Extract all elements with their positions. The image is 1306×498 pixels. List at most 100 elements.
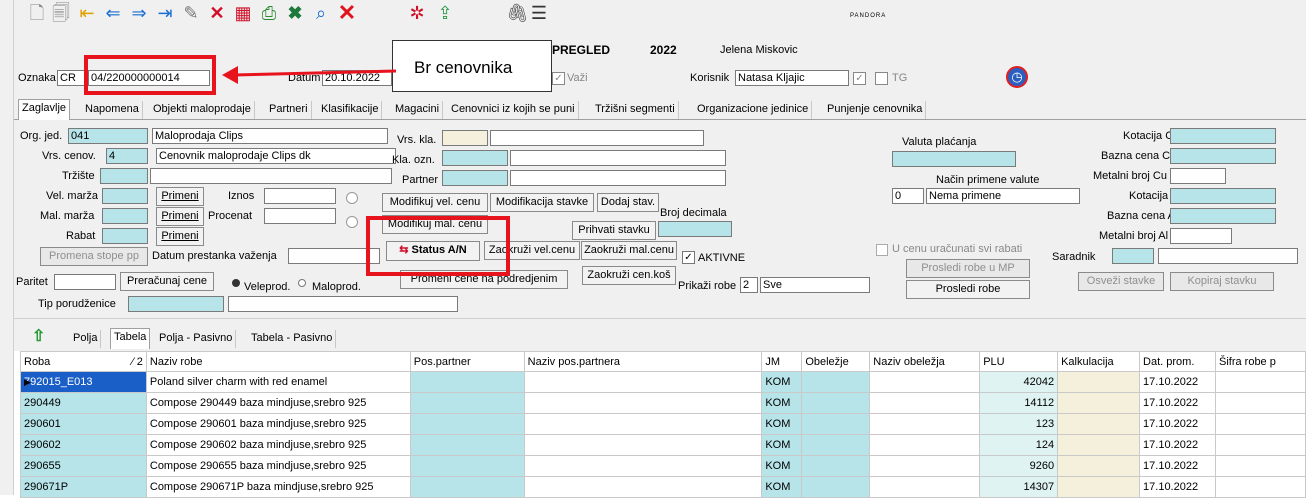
- subtab-3[interactable]: Tabela - Pasivno: [248, 330, 337, 348]
- vazi-checkbox[interactable]: ✓: [552, 72, 565, 85]
- last-record-icon[interactable]: ⇥: [154, 2, 176, 24]
- promena-stope-button[interactable]: Promena stope pp: [40, 247, 148, 266]
- vrs-cenov-name-field[interactable]: Cenovnik maloprodaje Clips dk: [156, 148, 396, 164]
- primeni-vel-button[interactable]: Primeni: [156, 187, 204, 206]
- table-cell[interactable]: [869, 434, 981, 456]
- table-cell[interactable]: [1214, 392, 1306, 414]
- partner-name-field[interactable]: [510, 170, 726, 186]
- osvezi-stavke-button[interactable]: Osveži stavke: [1078, 272, 1164, 291]
- table-row[interactable]: 290449 Compose 290449 baza mindjuse,srebr…: [20, 392, 1306, 414]
- table-cell[interactable]: [869, 476, 981, 498]
- tg-checkbox[interactable]: [875, 72, 888, 85]
- table-cell[interactable]: [1214, 371, 1306, 393]
- table-cell[interactable]: 14307: [979, 476, 1059, 498]
- metalni-broj-cu-field[interactable]: [1170, 168, 1226, 184]
- column-header[interactable]: Naziv robe: [145, 351, 411, 372]
- next-record-icon[interactable]: ⇒: [128, 2, 150, 24]
- table-cell[interactable]: [409, 371, 525, 393]
- metalni-broj-al-field[interactable]: [1170, 228, 1232, 244]
- mal-marza-field[interactable]: [102, 208, 148, 224]
- trziste-name-field[interactable]: [150, 168, 392, 184]
- table-cell[interactable]: [1057, 413, 1141, 435]
- subtab-1[interactable]: Tabela: [110, 328, 151, 349]
- table-cell[interactable]: 124: [979, 434, 1059, 456]
- column-header[interactable]: Naziv pos.partnera: [523, 351, 763, 372]
- table-cell[interactable]: [801, 392, 871, 414]
- table-cell[interactable]: Compose 290449 baza mindjuse,srebro 925: [145, 392, 411, 414]
- column-header[interactable]: Roba ⁄ 2: [20, 351, 147, 372]
- print-icon[interactable]: ⎙: [258, 2, 280, 24]
- clock-icon[interactable]: ◷: [1006, 66, 1028, 88]
- table-cell[interactable]: [1214, 434, 1306, 456]
- table-cell[interactable]: [523, 392, 763, 414]
- procenat-radio[interactable]: [346, 216, 358, 228]
- table-cell[interactable]: [409, 392, 525, 414]
- vrs-cenov-code-field[interactable]: 4: [106, 148, 148, 164]
- iznos-radio[interactable]: [346, 192, 358, 204]
- table-cell[interactable]: 42042: [979, 371, 1059, 393]
- rabat-field[interactable]: [102, 228, 148, 244]
- kotacija-cu-field[interactable]: [1170, 128, 1276, 144]
- table-cell[interactable]: [801, 371, 871, 393]
- table-cell[interactable]: 17.10.2022: [1139, 434, 1216, 456]
- tab-8[interactable]: Organizacione jedinice: [694, 101, 813, 119]
- table-cell[interactable]: [869, 455, 981, 477]
- tab-1[interactable]: Napomena: [82, 101, 143, 119]
- table-cell[interactable]: KOM: [761, 371, 803, 393]
- table-cell[interactable]: Compose 290655 baza mindjuse,srebro 925: [145, 455, 411, 477]
- table-cell[interactable]: [801, 413, 871, 435]
- prosledi-robe-button[interactable]: Prosledi robe: [906, 280, 1030, 299]
- column-header[interactable]: Kalkulacija: [1057, 351, 1141, 372]
- table-cell[interactable]: [523, 476, 763, 498]
- vel-marza-field[interactable]: [102, 188, 148, 204]
- korisnik-field[interactable]: Natasa Kljajic: [735, 70, 849, 86]
- prikazi-robe-code-field[interactable]: 2: [740, 277, 758, 293]
- paritet-field[interactable]: [54, 274, 116, 290]
- column-header[interactable]: Pos.partner: [409, 351, 525, 372]
- table-cell[interactable]: 290655: [20, 455, 147, 477]
- org-jed-name-field[interactable]: Maloprodaja Clips: [152, 128, 388, 144]
- oznaka-field[interactable]: CR: [57, 70, 87, 86]
- refresh-icon[interactable]: ✲: [406, 2, 428, 24]
- grid-icon[interactable]: ▦: [232, 2, 254, 24]
- table-cell[interactable]: [523, 371, 763, 393]
- prosledi-robe-mp-button[interactable]: Prosledi robe u MP: [906, 259, 1030, 278]
- tab-4[interactable]: Klasifikacije: [318, 101, 383, 119]
- notes-icon[interactable]: ☰: [528, 2, 550, 24]
- table-row[interactable]: 792015_E013 Poland silver charm with red …: [20, 371, 1306, 393]
- table-cell[interactable]: 17.10.2022: [1139, 413, 1216, 435]
- column-header[interactable]: Dat. prom.: [1139, 351, 1216, 372]
- prikazi-robe-field[interactable]: Sve: [760, 277, 870, 293]
- column-header[interactable]: Šifra robe p: [1214, 351, 1306, 372]
- table-cell[interactable]: [409, 413, 525, 435]
- nacin-primene-field[interactable]: Nema primene: [926, 188, 1080, 204]
- attachment-icon[interactable]: 🖇: [506, 2, 529, 24]
- table-cell[interactable]: 17.10.2022: [1139, 371, 1216, 393]
- table-cell[interactable]: [1214, 455, 1306, 477]
- table-cell[interactable]: [409, 455, 525, 477]
- dodaj-stav-button[interactable]: Dodaj stav.: [597, 193, 659, 212]
- partner-code-field[interactable]: [442, 170, 508, 186]
- table-cell[interactable]: Compose 290601 baza mindjuse,srebro 925: [145, 413, 411, 435]
- korisnik-checkbox[interactable]: ✓: [853, 72, 866, 85]
- zaokruzi-mal-cenu-button[interactable]: Zaokruži mal.cenu: [581, 241, 677, 260]
- valuta-field[interactable]: [892, 151, 1016, 167]
- table-cell[interactable]: KOM: [761, 455, 803, 477]
- column-header[interactable]: JM: [761, 351, 803, 372]
- column-header[interactable]: Naziv obeležja: [869, 351, 981, 372]
- table-cell[interactable]: 290601: [20, 413, 147, 435]
- table-cell[interactable]: [523, 413, 763, 435]
- table-cell[interactable]: 14112: [979, 392, 1059, 414]
- new-document-icon[interactable]: 🗋: [26, 2, 48, 24]
- preracunaj-cene-button[interactable]: Preračunaj cene: [120, 272, 214, 291]
- u-cenu-checkbox[interactable]: [876, 244, 888, 256]
- tab-2[interactable]: Objekti maloprodaje: [150, 101, 255, 119]
- delete-icon[interactable]: ✕: [206, 2, 228, 24]
- search-icon[interactable]: ⌕: [310, 2, 332, 24]
- table-cell[interactable]: [523, 455, 763, 477]
- table-cell[interactable]: 17.10.2022: [1139, 455, 1216, 477]
- procenat-field[interactable]: [264, 208, 336, 224]
- zaokruzi-cen-kos-button[interactable]: Zaokruži cen.koš: [582, 266, 676, 285]
- table-cell[interactable]: KOM: [761, 392, 803, 414]
- table-row[interactable]: 290601 Compose 290601 baza mindjuse,srebr…: [20, 413, 1306, 435]
